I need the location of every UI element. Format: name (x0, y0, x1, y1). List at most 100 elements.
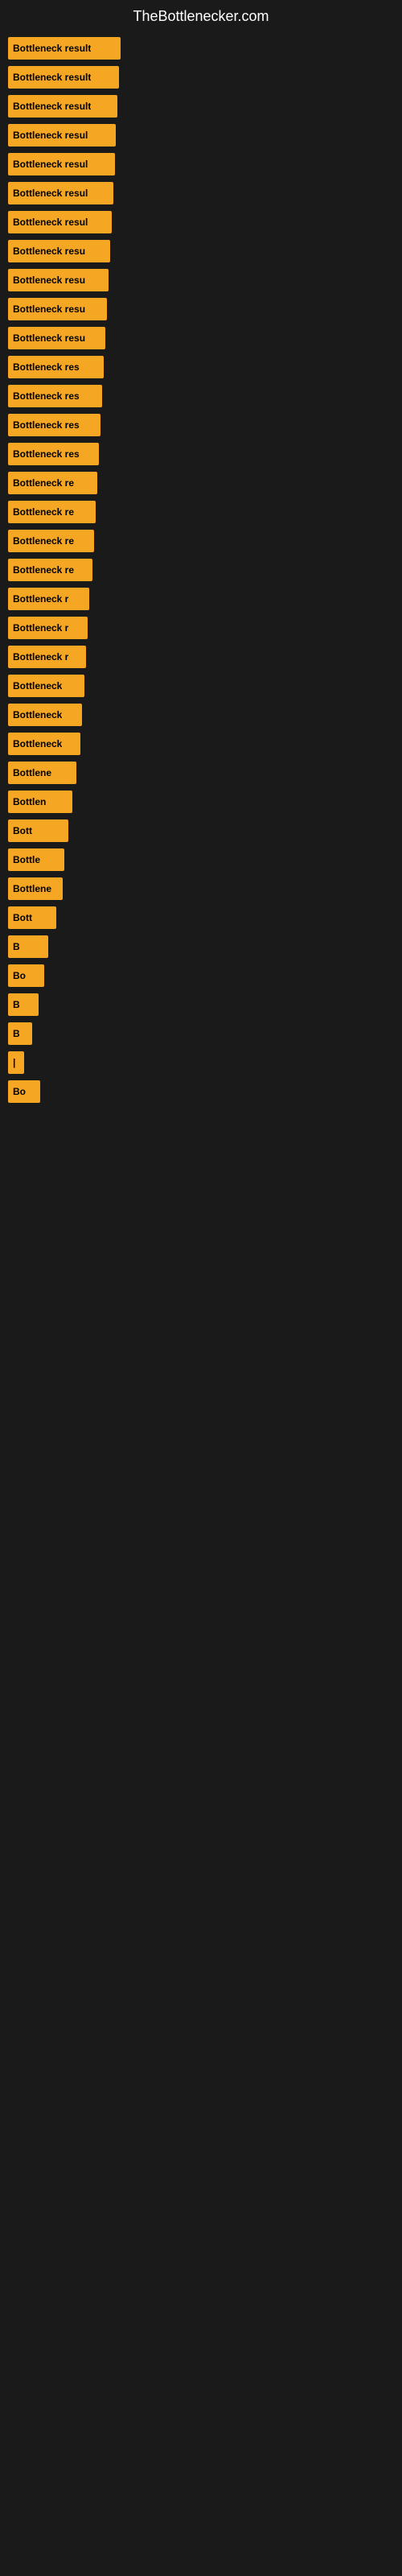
bar-row: Bottleneck res (8, 443, 394, 465)
bar-label: Bott (13, 825, 32, 836)
bar-row: Bottleneck resul (8, 153, 394, 175)
bar-row: Bottleneck resu (8, 269, 394, 291)
bar-label: Bottleneck resul (13, 130, 88, 141)
bar-label: Bottleneck resu (13, 303, 85, 315)
bar-label: Bottleneck result (13, 43, 91, 54)
bar-row: | (8, 1051, 394, 1074)
bar-row: Bo (8, 1080, 394, 1103)
bottleneck-bar: B (8, 935, 48, 958)
bar-label: B (13, 941, 20, 952)
bottleneck-bar: Bott (8, 819, 68, 842)
bar-row: Bottle (8, 848, 394, 871)
bar-row: Bottleneck resu (8, 327, 394, 349)
bottleneck-bar: | (8, 1051, 24, 1074)
site-title: TheBottlenecker.com (0, 0, 402, 37)
bottleneck-bar: Bottlene (8, 877, 63, 900)
bar-label: | (13, 1057, 15, 1068)
bottleneck-bar: Bottleneck result (8, 66, 119, 89)
bar-row: B (8, 993, 394, 1016)
bottleneck-bar: Bottleneck res (8, 443, 99, 465)
bar-label: Bottleneck (13, 738, 62, 749)
bottleneck-bar: Bottleneck r (8, 617, 88, 639)
bar-label: Bottleneck resul (13, 217, 88, 228)
bottleneck-bar: Bo (8, 1080, 40, 1103)
bar-row: Bott (8, 819, 394, 842)
bar-label: Bottleneck res (13, 448, 80, 460)
bar-row: Bottleneck r (8, 588, 394, 610)
bottleneck-bar: B (8, 1022, 32, 1045)
bar-row: Bottlen (8, 791, 394, 813)
bar-row: Bottleneck result (8, 66, 394, 89)
bottleneck-bar: Bottleneck resu (8, 240, 110, 262)
bars-container: Bottleneck result Bottleneck result Bottle… (0, 37, 402, 1109)
bottleneck-bar: Bottleneck re (8, 559, 92, 581)
bar-label: Bottleneck re (13, 535, 74, 547)
bar-label: Bottlene (13, 767, 51, 778)
bottleneck-bar: Bottleneck result (8, 37, 121, 60)
bottleneck-bar: B (8, 993, 39, 1016)
bar-label: Bottlene (13, 883, 51, 894)
bar-label: Bottleneck re (13, 477, 74, 489)
bar-row: Bottleneck (8, 733, 394, 755)
bar-row: Bottleneck resu (8, 298, 394, 320)
bar-row: Bottleneck re (8, 559, 394, 581)
bottleneck-bar: Bottleneck res (8, 414, 100, 436)
bottleneck-bar: Bottleneck (8, 733, 80, 755)
bottleneck-bar: Bottlen (8, 791, 72, 813)
bar-row: B (8, 1022, 394, 1045)
bar-row: Bottleneck (8, 675, 394, 697)
bar-label: Bottleneck res (13, 390, 80, 402)
bottleneck-bar: Bottlene (8, 762, 76, 784)
bar-label: Bottleneck r (13, 651, 68, 663)
bar-label: Bottleneck resu (13, 275, 85, 286)
bar-row: Bottleneck result (8, 37, 394, 60)
bar-row: Bottleneck res (8, 385, 394, 407)
bar-row: Bottleneck resul (8, 211, 394, 233)
bar-label: Bottleneck r (13, 593, 68, 605)
bar-row: Bottleneck res (8, 356, 394, 378)
bottleneck-bar: Bottleneck res (8, 385, 102, 407)
bar-row: Bottleneck resul (8, 124, 394, 147)
bar-row: Bottleneck r (8, 617, 394, 639)
bar-label: Bo (13, 1086, 26, 1097)
bar-row: Bottleneck (8, 704, 394, 726)
bar-row: Bottlene (8, 877, 394, 900)
bar-row: Bottleneck r (8, 646, 394, 668)
bar-label: Bottleneck r (13, 622, 68, 634)
bar-row: Bottleneck re (8, 501, 394, 523)
bar-row: Bottleneck re (8, 530, 394, 552)
bottleneck-bar: Bottleneck r (8, 646, 86, 668)
bottleneck-bar: Bottleneck r (8, 588, 89, 610)
bar-row: Bottleneck res (8, 414, 394, 436)
bottleneck-bar: Bo (8, 964, 44, 987)
bottleneck-bar: Bottleneck resul (8, 211, 112, 233)
bottleneck-bar: Bottleneck re (8, 472, 97, 494)
bottleneck-bar: Bottleneck (8, 675, 84, 697)
bar-label: Bottleneck resul (13, 188, 88, 199)
bar-label: Bottleneck re (13, 564, 74, 576)
bar-row: Bottleneck resul (8, 182, 394, 204)
bar-label: Bottleneck resul (13, 159, 88, 170)
bar-label: Bottleneck (13, 709, 62, 720)
bottleneck-bar: Bottleneck resul (8, 124, 116, 147)
bar-label: Bo (13, 970, 26, 981)
bottleneck-bar: Bottleneck resul (8, 153, 115, 175)
bottleneck-bar: Bottleneck (8, 704, 82, 726)
bottleneck-bar: Bottleneck res (8, 356, 104, 378)
bottleneck-bar: Bottleneck resu (8, 298, 107, 320)
bottleneck-bar: Bottleneck resul (8, 182, 113, 204)
bar-label: B (13, 1028, 20, 1039)
bottleneck-bar: Bottleneck resu (8, 269, 109, 291)
bar-row: B (8, 935, 394, 958)
bottleneck-bar: Bottleneck result (8, 95, 117, 118)
bar-label: Bott (13, 912, 32, 923)
bar-label: Bottleneck result (13, 101, 91, 112)
bar-row: Bottleneck resu (8, 240, 394, 262)
bottleneck-bar: Bottleneck re (8, 530, 94, 552)
bottleneck-bar: Bottle (8, 848, 64, 871)
bar-label: Bottleneck (13, 680, 62, 691)
bar-label: Bottleneck res (13, 361, 80, 373)
bar-label: Bottleneck result (13, 72, 91, 83)
bar-label: Bottlen (13, 796, 46, 807)
bar-label: B (13, 999, 20, 1010)
